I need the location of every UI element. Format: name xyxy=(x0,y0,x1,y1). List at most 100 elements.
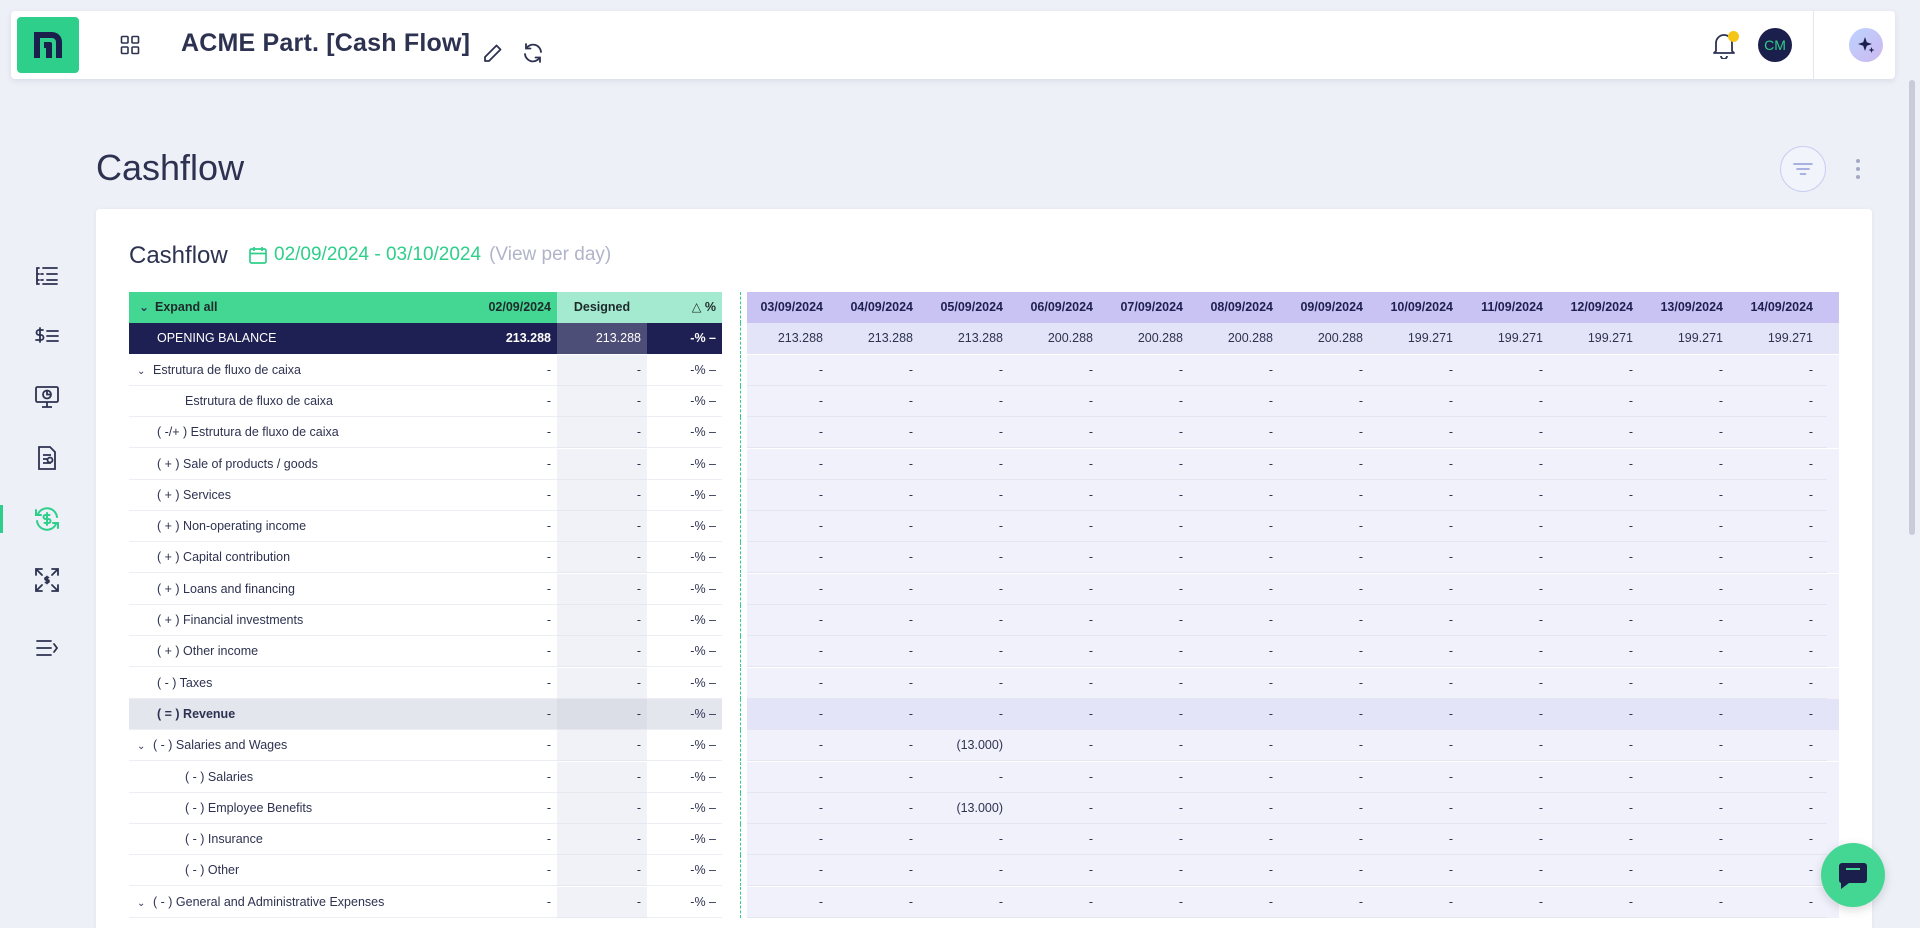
pct-value: -% xyxy=(690,550,706,565)
day-value: - xyxy=(1017,699,1107,730)
filter-button[interactable] xyxy=(1780,146,1826,192)
designed-value: - xyxy=(557,354,647,386)
refresh-icon[interactable] xyxy=(521,41,547,67)
table-row: ( + ) Services - - -% – - - - - - - - - - - - - xyxy=(129,479,1839,511)
day-value: - xyxy=(1017,386,1107,417)
day-value: - xyxy=(1647,574,1737,605)
day-value: - xyxy=(1467,511,1557,543)
day-value: - xyxy=(1107,355,1197,386)
money-list-icon[interactable] xyxy=(30,320,64,354)
header-date: 13/09/2024 xyxy=(1660,300,1723,314)
day-value: - xyxy=(747,511,837,543)
day-value: - xyxy=(1467,762,1557,793)
day-value: - xyxy=(1197,855,1287,887)
day-value: - xyxy=(837,636,927,668)
day-value: - xyxy=(927,824,1017,856)
chat-icon xyxy=(1838,863,1867,889)
pct-dash: – xyxy=(705,487,716,502)
designed-value: - xyxy=(557,636,647,668)
ai-sparkle-icon[interactable] xyxy=(1849,28,1883,62)
balance-cell: 199.271 xyxy=(1767,331,1813,346)
day-value: - xyxy=(747,386,837,417)
day-value: - xyxy=(1647,730,1737,762)
day-value: - xyxy=(1557,887,1647,918)
date-columns: ------------ xyxy=(747,542,1839,574)
day-value: - xyxy=(1377,605,1467,636)
day-value: - xyxy=(1197,417,1287,449)
expand-icon[interactable] xyxy=(30,563,64,597)
day-value: - xyxy=(1107,793,1197,824)
day-value: - xyxy=(1647,386,1737,417)
day-value: - xyxy=(1287,417,1377,449)
first-date-value: - xyxy=(546,550,551,565)
day-value: - xyxy=(747,449,837,480)
cashflow-icon[interactable] xyxy=(30,502,64,536)
pct-value: -% xyxy=(690,863,706,878)
day-value: - xyxy=(1197,574,1287,605)
pct-dash: – xyxy=(705,362,716,377)
chat-button[interactable] xyxy=(1821,843,1885,907)
pct-value: -% xyxy=(690,487,706,502)
column-separator xyxy=(740,323,741,355)
day-value: - xyxy=(1107,542,1197,574)
day-value: - xyxy=(1197,542,1287,574)
day-value: - xyxy=(747,480,837,511)
apps-grid-icon[interactable] xyxy=(116,31,144,59)
scroll-thumb[interactable] xyxy=(1909,80,1915,535)
day-value: - xyxy=(1107,668,1197,699)
pct-cell: -% – xyxy=(647,887,722,918)
first-date-value: - xyxy=(546,519,551,534)
edit-icon[interactable] xyxy=(481,41,507,67)
day-value: - xyxy=(747,636,837,668)
column-separator xyxy=(740,292,741,323)
day-value: - xyxy=(747,668,837,699)
delta-icon: △ xyxy=(691,300,705,314)
header-first-date: 02/09/2024 xyxy=(488,300,551,314)
day-value: - xyxy=(1017,762,1107,793)
header-date: 12/09/2024 xyxy=(1570,300,1633,314)
day-value: - xyxy=(1377,887,1467,918)
menu-collapse-icon[interactable] xyxy=(30,631,64,665)
report-icon[interactable] xyxy=(30,441,64,475)
card-title: Cashflow xyxy=(129,242,228,269)
pct-dash: – xyxy=(705,675,716,690)
day-value: - xyxy=(1737,480,1827,511)
day-value: - xyxy=(1557,824,1647,856)
avatar[interactable]: CM xyxy=(1758,28,1792,62)
header-percent-label: % xyxy=(704,300,716,314)
day-value: - xyxy=(837,668,927,699)
day-value: - xyxy=(837,887,927,918)
column-separator xyxy=(740,417,741,449)
day-value: - xyxy=(1647,417,1737,449)
column-separator xyxy=(740,511,741,543)
pct-value: -% xyxy=(690,393,706,408)
pct-cell: -% – xyxy=(647,730,722,762)
first-date-value: - xyxy=(546,393,551,408)
logo-icon[interactable] xyxy=(17,17,79,73)
day-value: - xyxy=(1107,449,1197,480)
page-scrollbar[interactable] xyxy=(1908,80,1916,928)
day-value: - xyxy=(1107,480,1197,511)
dashboard-icon[interactable] xyxy=(30,380,64,414)
pct-value: -% xyxy=(690,456,706,471)
day-value: - xyxy=(1107,605,1197,636)
day-value: - xyxy=(837,574,927,605)
designed-value: - xyxy=(557,761,647,793)
pct-cell: -% – xyxy=(647,605,722,636)
bell-icon[interactable] xyxy=(1711,31,1739,61)
list-icon[interactable] xyxy=(30,259,64,293)
first-date-value: - xyxy=(546,706,551,721)
more-options-icon[interactable] xyxy=(1848,154,1868,184)
day-value: - xyxy=(1017,730,1107,762)
header-date: 11/09/2024 xyxy=(1481,300,1543,314)
day-value: - xyxy=(1557,855,1647,887)
column-separator xyxy=(740,542,741,574)
day-value: - xyxy=(1197,449,1287,480)
day-value: - xyxy=(747,574,837,605)
pct-dash: – xyxy=(705,832,716,847)
top-bar: ACME Part. [Cash Flow] CM xyxy=(11,11,1895,79)
column-separator xyxy=(740,730,741,762)
pct-value: -% xyxy=(690,613,706,627)
date-range-picker[interactable]: 02/09/2024 - 03/10/2024 (View per day) xyxy=(248,244,611,266)
pct-value: -% xyxy=(690,800,706,815)
